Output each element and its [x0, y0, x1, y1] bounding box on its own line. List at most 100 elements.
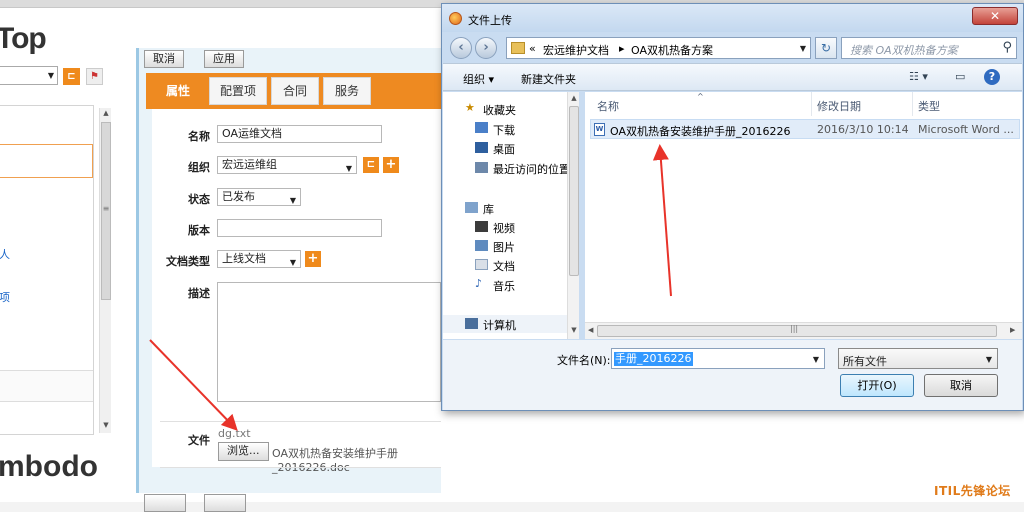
computer-row[interactable]: 计算机	[443, 315, 567, 333]
chevron-down-icon[interactable]: ▼	[800, 44, 806, 53]
file-date: 2016/3/10 10:14	[817, 123, 909, 136]
music-icon: ♪	[475, 277, 483, 290]
divider	[160, 421, 441, 422]
left-scrollbar[interactable]: ▲ ≡ ▼	[99, 108, 111, 433]
apply-button[interactable]: 应用	[204, 50, 244, 68]
nav-pictures[interactable]: 图片	[493, 239, 515, 255]
tab-properties[interactable]: 属性	[151, 77, 205, 105]
tab-contracts[interactable]: 合同	[271, 77, 319, 105]
selected-tree-item[interactable]	[0, 144, 93, 178]
tree-icon[interactable]: ⊏	[63, 68, 80, 85]
group-label: 组织	[188, 161, 210, 174]
tab-services[interactable]: 服务	[323, 77, 371, 105]
folder-icon	[511, 42, 525, 54]
nav-documents[interactable]: 文档	[493, 258, 515, 274]
new-folder-button[interactable]: 新建文件夹	[521, 71, 576, 87]
nav-libraries[interactable]: 库	[483, 201, 494, 217]
back-icon[interactable]: ‹	[450, 37, 472, 59]
dialog-cancel-button[interactable]: 取消	[924, 374, 998, 397]
word-document-icon: W	[594, 123, 605, 136]
column-type[interactable]: 类型	[918, 98, 940, 114]
add-doctype-icon[interactable]: +	[305, 251, 321, 267]
apply-button-bottom[interactable]	[204, 494, 246, 512]
organize-menu[interactable]: 组织 ▾	[463, 71, 494, 87]
file-hscrollbar[interactable]: ◀ ||| ▶	[585, 322, 1022, 339]
scroll-left-icon[interactable]: ◀	[588, 326, 593, 334]
left-link-person[interactable]: 人	[0, 246, 10, 262]
search-placeholder: 搜索 OA双机热备方案	[850, 44, 958, 57]
recent-places-icon	[475, 162, 488, 173]
download-icon	[475, 122, 488, 133]
file-upload-dialog: 文件上传 ✕ ‹ › « 宏远维护文档 ▸ OA双机热备方案 ▼ ↻ 搜索 OA…	[441, 3, 1024, 411]
forward-icon[interactable]: ›	[475, 37, 497, 59]
scroll-up-icon[interactable]: ▲	[568, 94, 580, 102]
chevron-down-icon: ▼	[289, 258, 296, 267]
sort-up-icon: ^	[697, 92, 704, 101]
chevron-down-icon: ▼	[985, 355, 992, 364]
dialog-title-bar[interactable]: 文件上传 ✕	[442, 4, 1023, 32]
column-separator[interactable]	[912, 92, 913, 116]
version-input[interactable]	[217, 219, 382, 237]
scroll-down-icon[interactable]: ▼	[568, 326, 580, 334]
library-icon	[465, 202, 478, 213]
column-name[interactable]: 名称	[597, 98, 619, 114]
refresh-icon[interactable]: ↻	[815, 37, 837, 59]
file-row[interactable]: W OA双机热备安装维护手册_2016226 2016/3/10 10:14 M…	[590, 119, 1020, 139]
chevron-down-icon[interactable]: ▼	[813, 355, 819, 364]
tree-icon[interactable]: ⊏	[363, 157, 379, 173]
scroll-right-icon[interactable]: ▶	[1010, 326, 1015, 334]
nav-scrollbar[interactable]: ▲ ▼	[567, 92, 579, 339]
view-options-icon[interactable]: ☷ ▾	[909, 70, 928, 83]
divider	[160, 467, 441, 468]
scroll-up-icon[interactable]: ▲	[100, 109, 112, 117]
app-logo: Top	[0, 22, 47, 55]
nav-music[interactable]: 音乐	[493, 278, 515, 294]
open-button[interactable]: 打开(O)	[840, 374, 914, 397]
address-separator[interactable]: ▸	[619, 42, 625, 55]
nav-scroll-thumb[interactable]	[569, 106, 579, 276]
filename-label: 文件名(N):	[557, 354, 611, 367]
nav-computer[interactable]: 计算机	[483, 317, 516, 333]
pictures-icon	[475, 240, 488, 251]
address-overflow[interactable]: «	[529, 42, 536, 55]
left-link-item[interactable]: 项	[0, 289, 10, 305]
close-button[interactable]: ✕	[972, 7, 1018, 25]
nav-favorites[interactable]: 收藏夹	[483, 102, 516, 118]
nav-videos[interactable]: 视频	[493, 220, 515, 236]
browse-button[interactable]: 浏览...	[218, 442, 269, 461]
preview-pane-icon[interactable]: ▭	[955, 70, 965, 83]
address-crumb-parent[interactable]: 宏远维护文档	[543, 42, 609, 58]
scroll-down-icon[interactable]: ▼	[100, 421, 112, 429]
address-crumb-current[interactable]: OA双机热备方案	[631, 42, 713, 58]
doctype-value: 上线文档	[222, 252, 266, 265]
group-select[interactable]: 宏远运维组 ▼	[217, 156, 357, 174]
chevron-down-icon: ▼	[47, 71, 54, 80]
add-group-icon[interactable]: +	[383, 157, 399, 173]
status-select[interactable]: 已发布 ▼	[217, 188, 301, 206]
nav-desktop[interactable]: 桌面	[493, 141, 515, 157]
search-input[interactable]: 搜索 OA双机热备方案 ⚲	[841, 37, 1017, 59]
name-input[interactable]: OA运维文档	[217, 125, 382, 143]
search-icon[interactable]: ⚲	[1002, 40, 1012, 55]
column-separator[interactable]	[811, 92, 812, 116]
cancel-button[interactable]: 取消	[144, 50, 184, 68]
left-dropdown[interactable]: ▼	[0, 66, 58, 85]
file-name[interactable]: OA双机热备安装维护手册_2016226	[610, 123, 790, 139]
filename-input[interactable]: 手册_2016226 ▼	[611, 348, 825, 369]
pin-icon[interactable]: ⚑	[86, 68, 103, 85]
help-icon[interactable]: ?	[984, 69, 1000, 85]
tab-config-items[interactable]: 配置项	[209, 77, 267, 105]
documents-icon	[475, 259, 488, 270]
cancel-button-bottom[interactable]	[144, 494, 186, 512]
filetype-select[interactable]: 所有文件 ▼	[838, 348, 998, 369]
nav-downloads[interactable]: 下载	[493, 122, 515, 138]
column-date[interactable]: 修改日期	[817, 98, 861, 114]
description-textarea[interactable]	[217, 282, 441, 402]
doctype-select[interactable]: 上线文档 ▼	[217, 250, 301, 268]
nav-recent[interactable]: 最近访问的位置	[493, 161, 570, 177]
status-label: 状态	[188, 193, 210, 206]
address-bar[interactable]: « 宏远维护文档 ▸ OA双机热备方案 ▼	[506, 37, 811, 59]
grip-icon: |||	[790, 324, 799, 333]
filename-value[interactable]: 手册_2016226	[614, 352, 693, 366]
dialog-bottom-area: 文件名(N): 手册_2016226 ▼ 所有文件 ▼ 打开(O) 取消	[443, 340, 1022, 410]
